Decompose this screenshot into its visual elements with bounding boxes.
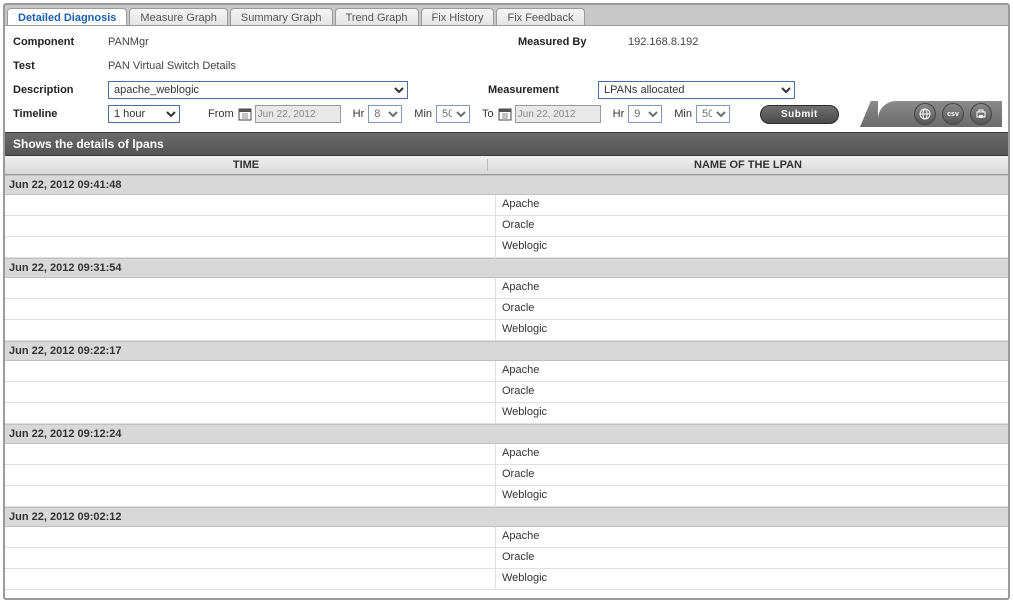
table-row: Apache bbox=[5, 195, 1008, 216]
app-root: Detailed DiagnosisMeasure GraphSummary G… bbox=[0, 0, 1013, 603]
cell-time bbox=[5, 195, 496, 215]
from-hr-select[interactable]: 8 bbox=[368, 105, 402, 123]
label-to: To bbox=[482, 108, 494, 120]
tab-fix-history[interactable]: Fix History bbox=[421, 8, 495, 25]
time-group-header: Jun 22, 2012 09:12:24 bbox=[5, 424, 1008, 444]
table-row: Weblogic bbox=[5, 569, 1008, 590]
description-select[interactable]: apache_weblogic bbox=[108, 81, 408, 99]
cell-lpan-name: Apache bbox=[496, 195, 1008, 215]
value-component: PANMgr bbox=[108, 36, 488, 48]
cell-time bbox=[5, 299, 496, 319]
tab-measure-graph[interactable]: Measure Graph bbox=[129, 8, 227, 25]
cell-lpan-name: Weblogic bbox=[496, 486, 1008, 506]
table-body[interactable]: Jun 22, 2012 09:41:48ApacheOracleWeblogi… bbox=[5, 175, 1008, 593]
from-min-select[interactable]: 50 bbox=[436, 105, 470, 123]
cell-time bbox=[5, 320, 496, 340]
cell-lpan-name: Weblogic bbox=[496, 569, 1008, 589]
data-table: TIME NAME OF THE LPAN Jun 22, 2012 09:41… bbox=[5, 156, 1008, 593]
value-test: PAN Virtual Switch Details bbox=[108, 60, 236, 72]
cell-lpan-name: Weblogic bbox=[496, 403, 1008, 423]
table-row: Oracle bbox=[5, 299, 1008, 320]
to-hr-select[interactable]: 9 bbox=[628, 105, 662, 123]
table-row: Apache bbox=[5, 278, 1008, 299]
print-icon[interactable] bbox=[970, 103, 992, 125]
cell-time bbox=[5, 569, 496, 589]
cell-lpan-name: Oracle bbox=[496, 299, 1008, 319]
tab-bar: Detailed DiagnosisMeasure GraphSummary G… bbox=[5, 5, 1008, 26]
label-from-min: Min bbox=[414, 108, 432, 120]
label-timeline: Timeline bbox=[11, 108, 108, 120]
cell-time bbox=[5, 278, 496, 298]
table-header: TIME NAME OF THE LPAN bbox=[5, 156, 1008, 175]
table-row: Oracle bbox=[5, 465, 1008, 486]
label-to-hr: Hr bbox=[613, 108, 625, 120]
filter-form: Component PANMgr Measured By 192.168.8.1… bbox=[5, 26, 1008, 132]
tab-fix-feedback[interactable]: Fix Feedback bbox=[496, 8, 584, 25]
table-row: Oracle bbox=[5, 548, 1008, 569]
submit-button[interactable]: Submit bbox=[760, 105, 839, 124]
to-min-select[interactable]: 50 bbox=[696, 105, 730, 123]
table-row: Apache bbox=[5, 361, 1008, 382]
cell-lpan-name: Oracle bbox=[496, 216, 1008, 236]
timeline-select[interactable]: 1 hour bbox=[108, 105, 180, 123]
label-test: Test bbox=[11, 60, 108, 72]
cell-time bbox=[5, 216, 496, 236]
time-group-header: Jun 22, 2012 09:31:54 bbox=[5, 258, 1008, 278]
value-measured-by: 192.168.8.192 bbox=[628, 36, 698, 48]
label-measured-by: Measured By bbox=[518, 36, 628, 48]
outer-frame: Detailed DiagnosisMeasure GraphSummary G… bbox=[3, 3, 1010, 600]
table-row: Weblogic bbox=[5, 237, 1008, 258]
panel-title: Shows the details of lpans bbox=[5, 132, 1008, 156]
table-row: Weblogic bbox=[5, 320, 1008, 341]
cell-time bbox=[5, 444, 496, 464]
csv-export-icon[interactable]: csv bbox=[942, 103, 964, 125]
toolbar-cap: csv bbox=[878, 101, 1002, 127]
cell-time bbox=[5, 465, 496, 485]
cell-time bbox=[5, 382, 496, 402]
table-row: Weblogic bbox=[5, 403, 1008, 424]
table-row: Oracle bbox=[5, 382, 1008, 403]
cell-lpan-name: Weblogic bbox=[496, 320, 1008, 340]
label-measurement: Measurement bbox=[488, 84, 598, 96]
cell-time bbox=[5, 403, 496, 423]
tab-trend-graph[interactable]: Trend Graph bbox=[335, 8, 419, 25]
cell-time bbox=[5, 361, 496, 381]
cell-lpan-name: Oracle bbox=[496, 465, 1008, 485]
label-component: Component bbox=[11, 36, 108, 48]
cell-time bbox=[5, 527, 496, 547]
from-date-input[interactable] bbox=[255, 105, 341, 123]
table-row: Apache bbox=[5, 444, 1008, 465]
table-row: Weblogic bbox=[5, 486, 1008, 507]
label-from: From bbox=[208, 108, 234, 120]
to-date-input[interactable] bbox=[515, 105, 601, 123]
cell-lpan-name: Apache bbox=[496, 444, 1008, 464]
time-group-header: Jun 22, 2012 09:22:17 bbox=[5, 341, 1008, 361]
measurement-select[interactable]: LPANs allocated bbox=[598, 81, 795, 99]
cell-time bbox=[5, 548, 496, 568]
col-name: NAME OF THE LPAN bbox=[488, 159, 1008, 171]
cell-lpan-name: Apache bbox=[496, 527, 1008, 547]
cell-lpan-name: Apache bbox=[496, 361, 1008, 381]
tab-detailed-diagnosis[interactable]: Detailed Diagnosis bbox=[7, 8, 127, 25]
cell-time bbox=[5, 486, 496, 506]
label-description: Description bbox=[11, 84, 108, 96]
col-time: TIME bbox=[5, 159, 488, 171]
tab-summary-graph[interactable]: Summary Graph bbox=[230, 8, 333, 25]
cell-lpan-name: Oracle bbox=[496, 382, 1008, 402]
table-row: Oracle bbox=[5, 216, 1008, 237]
time-group-header: Jun 22, 2012 09:41:48 bbox=[5, 175, 1008, 195]
cell-lpan-name: Apache bbox=[496, 278, 1008, 298]
label-to-min: Min bbox=[674, 108, 692, 120]
calendar-icon[interactable] bbox=[498, 107, 512, 121]
time-group-header: Jun 22, 2012 09:02:12 bbox=[5, 507, 1008, 527]
cell-time bbox=[5, 237, 496, 257]
table-row: Apache bbox=[5, 527, 1008, 548]
cell-lpan-name: Weblogic bbox=[496, 237, 1008, 257]
globe-icon[interactable] bbox=[914, 103, 936, 125]
cell-lpan-name: Oracle bbox=[496, 548, 1008, 568]
label-from-hr: Hr bbox=[353, 108, 365, 120]
calendar-icon[interactable] bbox=[238, 107, 252, 121]
